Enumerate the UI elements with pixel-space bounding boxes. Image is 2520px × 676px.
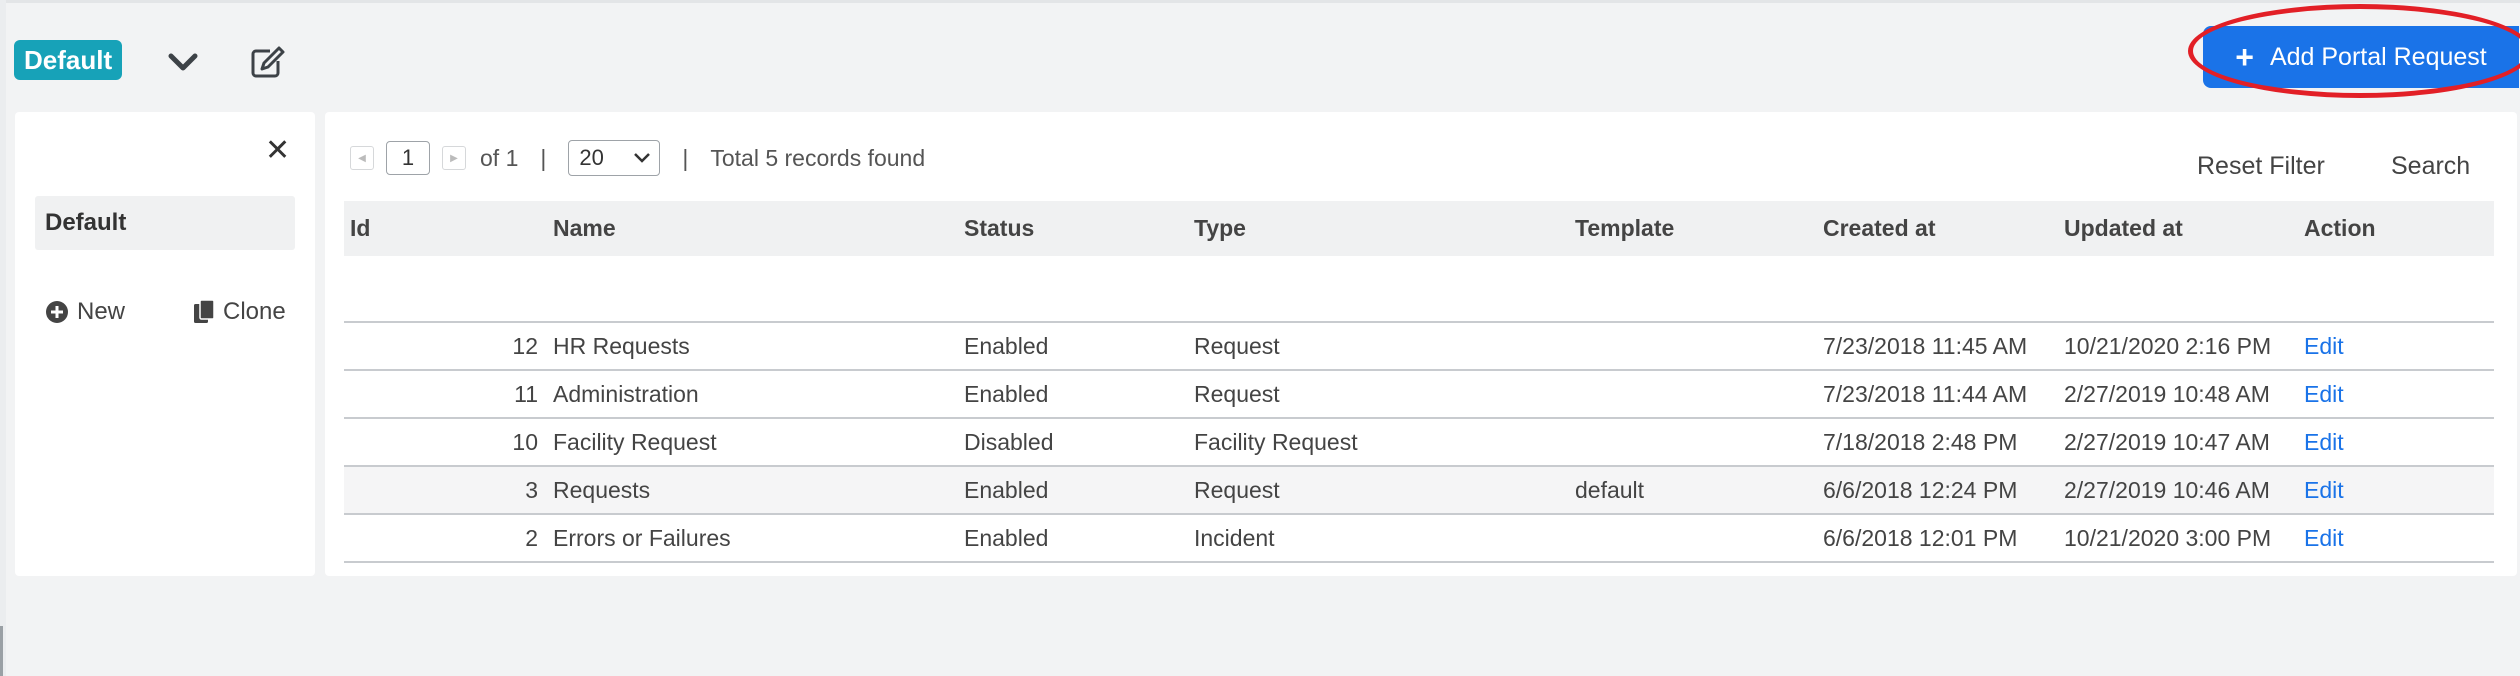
chevron-down-icon bbox=[634, 153, 651, 163]
new-view-label: New bbox=[77, 298, 126, 325]
cell-created-at: 7/23/2018 11:45 AM bbox=[1823, 332, 2028, 359]
cell-id: 10 bbox=[512, 428, 538, 455]
cell-type: Request bbox=[1194, 380, 1280, 407]
pager-separator: | bbox=[540, 144, 547, 171]
records-panel: ◀ ▶ of 1 | 20 | Total 5 records found Re… bbox=[325, 112, 2517, 576]
cell-template: default bbox=[1575, 476, 1645, 503]
column-header-template[interactable]: Template bbox=[1575, 201, 1674, 256]
view-dropdown-button[interactable] bbox=[163, 44, 203, 80]
column-header-action: Action bbox=[2304, 215, 2376, 241]
cell-id: 12 bbox=[512, 332, 538, 359]
table-header: Id Name Status Type Template Created at … bbox=[344, 201, 2494, 256]
cell-name: Administration bbox=[553, 380, 699, 407]
add-portal-request-label: Add Portal Request bbox=[2269, 42, 2487, 71]
cell-type: Request bbox=[1194, 332, 1280, 359]
edit-view-button[interactable] bbox=[248, 44, 288, 80]
cell-name: Requests bbox=[553, 476, 651, 503]
page-size-select[interactable]: 20 bbox=[568, 140, 661, 176]
total-records-text: Total 5 records found bbox=[710, 144, 926, 171]
cell-created-at: 6/6/2018 12:01 PM bbox=[1823, 524, 2018, 551]
table-row[interactable]: 12 HR Requests Enabled Request 7/23/2018… bbox=[344, 323, 2494, 371]
clone-view-label: Clone bbox=[223, 298, 286, 325]
cell-id: 11 bbox=[514, 380, 538, 407]
left-edge bbox=[0, 0, 6, 676]
cell-name: Facility Request bbox=[553, 428, 717, 455]
edit-link[interactable]: Edit bbox=[2304, 323, 2344, 369]
cell-type: Incident bbox=[1194, 524, 1275, 551]
add-portal-request-button[interactable]: + Add Portal Request bbox=[2203, 26, 2519, 88]
table-row[interactable]: 3 Requests Enabled Request default 6/6/2… bbox=[344, 467, 2494, 515]
cell-status: Enabled bbox=[964, 380, 1049, 407]
views-sidebar: ✕ Default New Clone bbox=[15, 112, 315, 576]
cell-id: 3 bbox=[525, 476, 538, 503]
records-table: Id Name Status Type Template Created at … bbox=[344, 201, 2494, 563]
chevron-down-icon bbox=[168, 53, 198, 71]
column-header-status[interactable]: Status bbox=[964, 201, 1034, 256]
cell-created-at: 7/18/2018 2:48 PM bbox=[1823, 428, 2018, 455]
top-border bbox=[0, 0, 2520, 3]
prev-arrow-icon: ◀ bbox=[358, 152, 366, 164]
table-row[interactable]: 10 Facility Request Disabled Facility Re… bbox=[344, 419, 2494, 467]
search-button[interactable]: Search bbox=[2391, 152, 2470, 181]
close-icon[interactable]: ✕ bbox=[265, 136, 290, 166]
cell-id: 2 bbox=[525, 524, 538, 551]
pager-separator: | bbox=[682, 144, 689, 171]
edit-link[interactable]: Edit bbox=[2304, 371, 2344, 417]
view-name-badge[interactable]: Default bbox=[14, 40, 123, 80]
column-header-id[interactable]: Id bbox=[350, 201, 370, 256]
table-row[interactable]: 2 Errors or Failures Enabled Incident 6/… bbox=[344, 515, 2494, 563]
cell-status: Enabled bbox=[964, 332, 1049, 359]
cell-name: Errors or Failures bbox=[553, 524, 731, 551]
prev-page-button[interactable]: ◀ bbox=[350, 146, 374, 170]
pagination: ◀ ▶ of 1 | 20 | Total 5 records found bbox=[350, 138, 925, 178]
cell-status: Disabled bbox=[964, 428, 1054, 455]
cell-name: HR Requests bbox=[553, 332, 690, 359]
next-page-button[interactable]: ▶ bbox=[442, 146, 466, 170]
edit-link[interactable]: Edit bbox=[2304, 515, 2344, 561]
new-view-button[interactable]: New bbox=[45, 298, 125, 326]
page-size-value: 20 bbox=[579, 145, 604, 170]
column-header-created-at[interactable]: Created at bbox=[1823, 201, 1935, 256]
cell-updated-at: 10/21/2020 2:16 PM bbox=[2064, 332, 2272, 359]
cell-updated-at: 2/27/2019 10:48 AM bbox=[2064, 380, 2270, 407]
cell-type: Facility Request bbox=[1194, 428, 1358, 455]
next-arrow-icon: ▶ bbox=[450, 152, 458, 164]
page-number-input[interactable] bbox=[386, 141, 430, 175]
cell-created-at: 6/6/2018 12:24 PM bbox=[1823, 476, 2018, 503]
cell-updated-at: 2/27/2019 10:47 AM bbox=[2064, 428, 2270, 455]
cell-created-at: 7/23/2018 11:44 AM bbox=[1823, 380, 2028, 407]
plus-icon: + bbox=[2235, 39, 2254, 75]
cell-status: Enabled bbox=[964, 524, 1049, 551]
cell-type: Request bbox=[1194, 476, 1280, 503]
reset-filter-button[interactable]: Reset Filter bbox=[2197, 152, 2325, 181]
column-header-name[interactable]: Name bbox=[553, 201, 616, 256]
sidebar-item-label: Default bbox=[45, 209, 127, 236]
column-header-updated-at[interactable]: Updated at bbox=[2064, 201, 2183, 256]
edit-link[interactable]: Edit bbox=[2304, 419, 2344, 465]
cell-updated-at: 2/27/2019 10:46 AM bbox=[2064, 476, 2270, 503]
cell-updated-at: 10/21/2020 3:00 PM bbox=[2064, 524, 2272, 551]
scrollbar-thumb[interactable] bbox=[0, 626, 3, 676]
edit-link[interactable]: Edit bbox=[2304, 467, 2344, 513]
plus-circle-icon bbox=[46, 301, 68, 323]
copy-icon bbox=[194, 299, 215, 323]
cell-status: Enabled bbox=[964, 476, 1049, 503]
column-header-type[interactable]: Type bbox=[1194, 201, 1246, 256]
edit-icon bbox=[251, 46, 285, 78]
table-row[interactable]: 11 Administration Enabled Request 7/23/2… bbox=[344, 371, 2494, 419]
filter-row[interactable] bbox=[344, 256, 2494, 323]
sidebar-item-default[interactable]: Default bbox=[35, 196, 295, 250]
page-count-text: of 1 bbox=[480, 144, 519, 171]
clone-view-button[interactable]: Clone bbox=[193, 298, 286, 326]
